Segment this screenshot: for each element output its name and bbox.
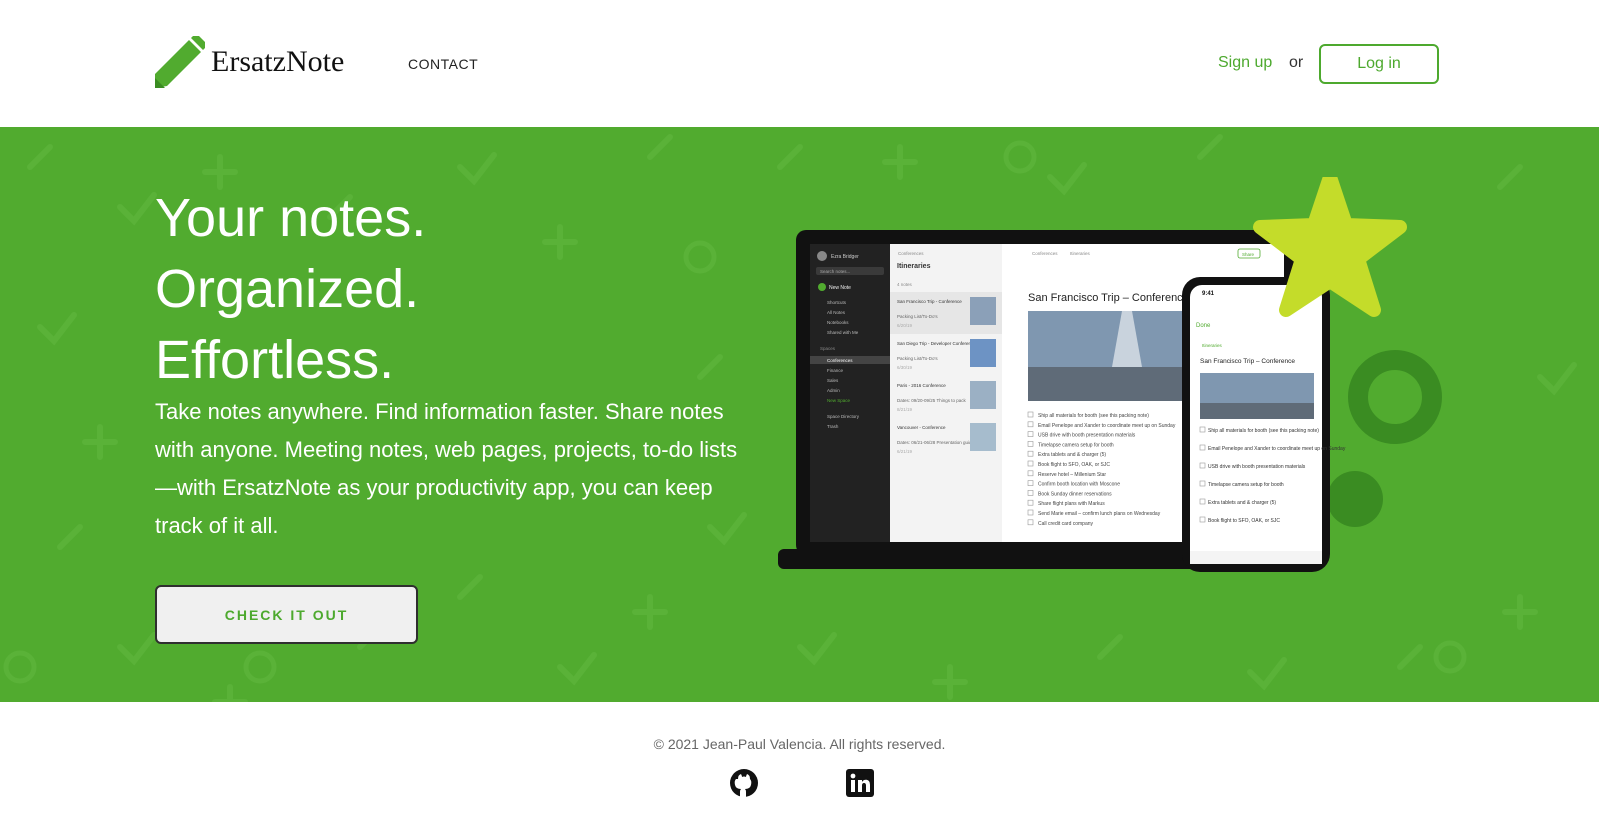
mock-note-title: Vancouver - Conference (897, 425, 946, 430)
mock-checklist-item: Timelapse camera setup for booth (1038, 442, 1114, 448)
mock-sidebar-search: Search notes... (820, 269, 850, 274)
site-header: ErsatzNote CONTACT Sign up or Log in (0, 0, 1599, 127)
site-footer: © 2021 Jean-Paul Valencia. All rights re… (0, 702, 1599, 827)
mock-space: New Space (827, 398, 851, 403)
mock-note-title: San Diego Trip - Developer Conference (897, 341, 976, 346)
mock-checklist-item: USB drive with booth presentation materi… (1038, 433, 1136, 439)
mock-note-date: 6/20/19 (897, 323, 913, 328)
mock-editor-crumb: Conferences (1032, 251, 1058, 256)
brand-name: ErsatzNote (211, 45, 345, 78)
mock-checklist-item: Book flight to SFO, OAK, or SJC (1038, 462, 1110, 468)
mock-phone-time: 9:41 (1202, 291, 1215, 297)
mock-space: Sales (827, 378, 839, 383)
headline-line-2: Organized. (155, 259, 420, 319)
signup-link[interactable]: Sign up (1218, 54, 1272, 72)
mock-phone-title: San Francisco Trip – Conference (1200, 358, 1295, 365)
brand-logo[interactable]: ErsatzNote (155, 36, 344, 88)
nav-contact-link[interactable]: CONTACT (408, 56, 478, 72)
mock-sidebar-item: Shortcuts (827, 300, 847, 305)
mock-sidebar-item: Shared with Me (827, 330, 859, 335)
mock-list-crumb: Conferences (898, 251, 924, 256)
mock-checklist-item: Email Penelope and Xander to coordinate … (1038, 423, 1176, 429)
mock-sidebar-new: New Note (829, 285, 851, 291)
mock-editor-crumb: Itineraries (1070, 251, 1091, 256)
mock-space: Conferences (827, 358, 853, 363)
mock-list-title: Itineraries (897, 263, 931, 270)
or-label: or (1289, 54, 1304, 71)
mock-share-button: Share (1242, 252, 1255, 257)
mock-checklist-item: Reserve hotel – Millenium Star (1038, 472, 1106, 478)
mock-note-date: 8/21/19 (897, 407, 913, 412)
login-button[interactable]: Log in (1319, 44, 1439, 84)
pencil-icon (155, 36, 205, 88)
mock-checklist-item: Share flight plans with Markus (1038, 501, 1105, 507)
mock-phone-checklist-item: Email Penelope and Xander to coordinate … (1208, 446, 1346, 452)
mock-note-date: 6/30/19 (897, 365, 913, 370)
linkedin-icon[interactable] (845, 768, 875, 798)
mock-note-sub: Packing List/To-Do's (897, 314, 938, 319)
mock-phone-checklist-item: Timelapse camera setup for booth (1208, 482, 1284, 488)
mock-phone-crumb: Itineraries (1202, 343, 1223, 348)
mock-checklist-item: Confirm booth location with Moscone (1038, 482, 1120, 488)
mock-space: Finance (827, 368, 844, 373)
mock-checklist-item: Extra tablets and & charger (5) (1038, 452, 1106, 458)
mock-list-count: 4 notes (897, 282, 913, 287)
mock-sidebar-item: All Notes (827, 310, 846, 315)
mock-sidebar-user: Ezra Bridger (831, 254, 859, 260)
check-it-out-button[interactable]: CHECK IT OUT (155, 585, 418, 644)
mock-phone-checklist-item: Ship all materials for booth (see this p… (1208, 428, 1319, 434)
mock-checklist-item: Book Sunday dinner reservations (1038, 491, 1112, 497)
hero-section: Your notes. Organized. Effortless. Take … (0, 127, 1599, 702)
mock-phone-checklist-item: Book flight to SFO, OAK, or SJC (1208, 518, 1280, 524)
github-icon[interactable] (729, 768, 759, 798)
mock-note-sub: Packing List/To-Do's (897, 356, 938, 361)
mock-sidebar-bottom: Space Directory (827, 414, 860, 419)
mock-note-date: 6/21/19 (897, 449, 913, 454)
headline-line-1: Your notes. (155, 188, 427, 248)
mock-phone-done: Done (1196, 323, 1211, 329)
mock-checklist-item: Call credit card company (1038, 521, 1094, 527)
hero-description: Take notes anywhere. Find information fa… (155, 399, 738, 538)
mock-sidebar-item: Notebooks (827, 320, 849, 325)
mock-phone-checklist-item: Extra tablets and & charger (5) (1208, 500, 1276, 506)
mock-editor-title: San Francisco Trip – Conference (1028, 292, 1189, 304)
mock-sidebar-bottom: Trash (827, 424, 839, 429)
headline-line-3: Effortless. (155, 330, 395, 390)
mock-phone-checklist-item: USB drive with booth presentation materi… (1208, 464, 1306, 470)
mock-note-title: San Francisco Trip - Conference (897, 299, 962, 304)
hero-headline: Your notes. Organized. Effortless. (155, 183, 426, 396)
mock-checklist-item: Send Marie email – confirm lunch plans o… (1038, 511, 1161, 517)
mock-note-title: Paris - 2016 Conference (897, 383, 946, 388)
mock-spaces-label: Spaces (820, 346, 836, 351)
mock-checklist-item: Ship all materials for booth (see this p… (1038, 413, 1149, 419)
devices-mockup: Ezra Bridger Search notes... New Note Sh… (778, 177, 1407, 572)
mock-note-sub: Dates: 09/20-09/25 Things to pack (897, 398, 966, 403)
copyright-text: © 2021 Jean-Paul Valencia. All rights re… (653, 736, 946, 752)
mock-space: Admin (827, 388, 840, 393)
